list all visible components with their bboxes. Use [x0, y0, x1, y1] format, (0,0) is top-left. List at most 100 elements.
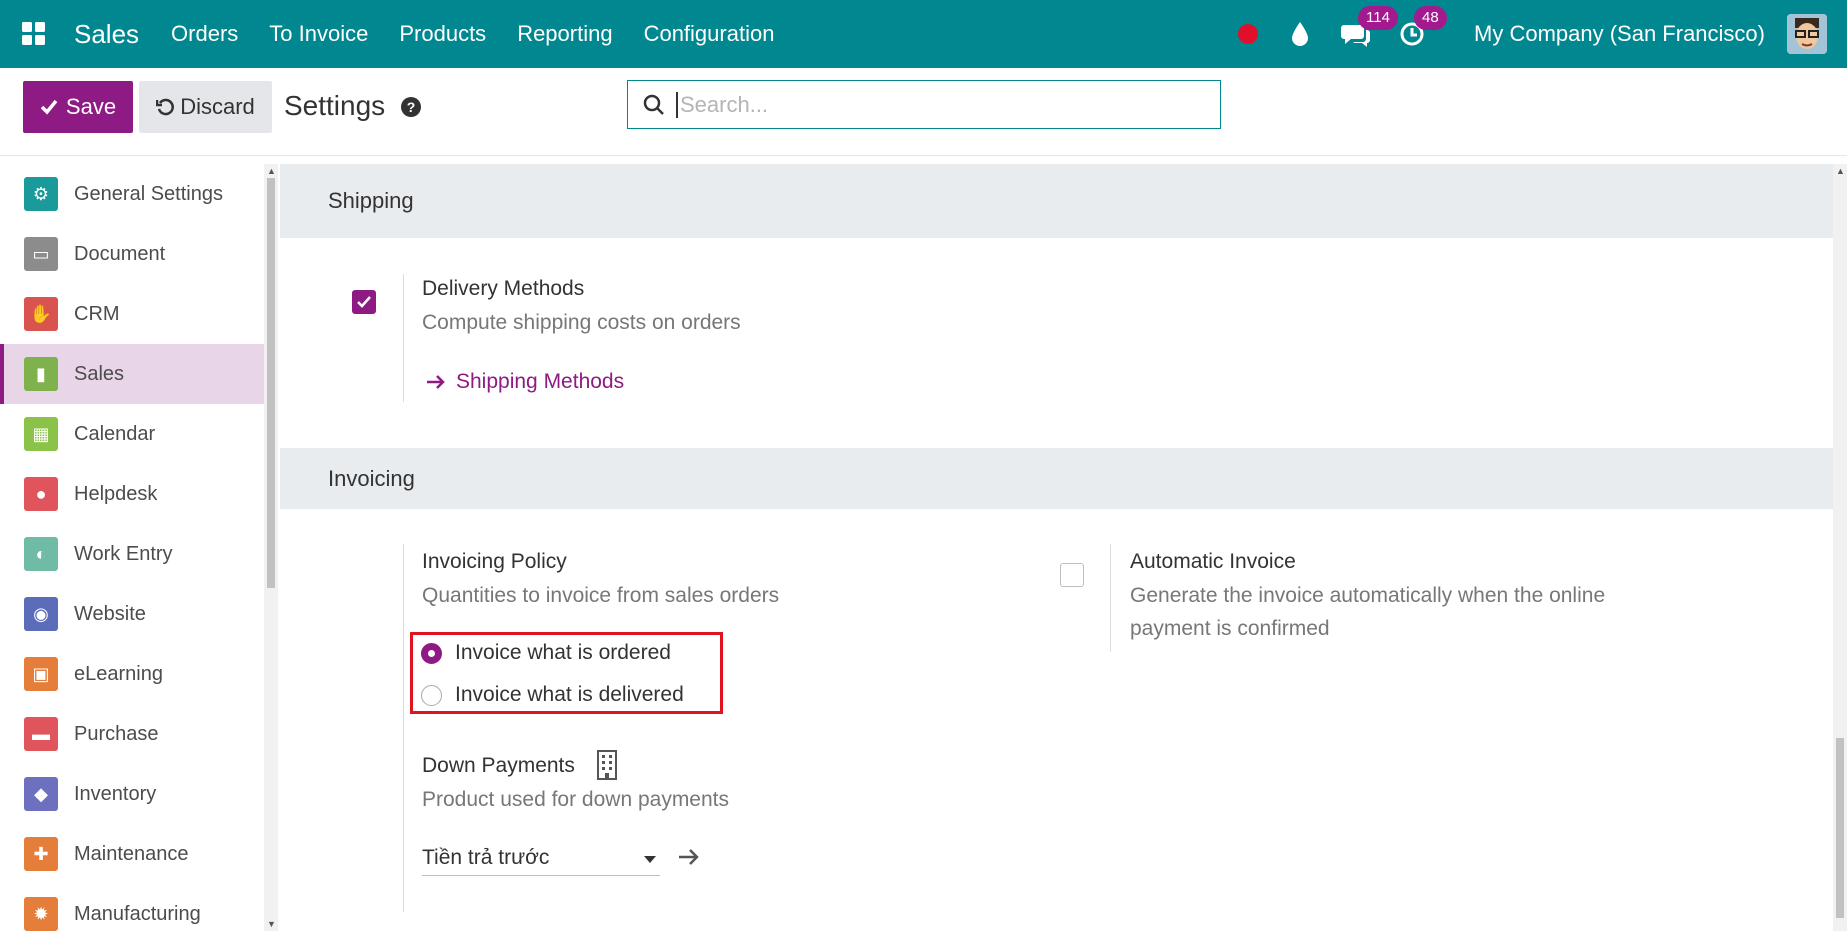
menu-configuration[interactable]: Configuration — [644, 21, 775, 47]
check-icon — [357, 296, 371, 308]
delivery-methods-checkbox[interactable] — [352, 290, 376, 314]
sidebar-item-label: CRM — [74, 302, 120, 325]
divider — [1110, 544, 1111, 652]
sidebar-item-crm[interactable]: ✋ CRM — [0, 284, 270, 344]
sidebar-item-label: Work Entry — [74, 542, 173, 565]
sidebar-item-general-settings[interactable]: ⚙ General Settings — [0, 164, 270, 224]
activities-badge: 48 — [1414, 6, 1447, 30]
section-header-invoicing: Invoicing — [280, 448, 1833, 509]
building-icon — [597, 750, 617, 780]
sidebar-item-label: Website — [74, 602, 146, 625]
content-scrollbar[interactable]: ▲ — [1833, 164, 1847, 931]
down-payment-product-value: Tiền trả trước — [422, 845, 550, 869]
box-icon: ◆ — [24, 777, 58, 811]
shipping-methods-label: Shipping Methods — [456, 370, 625, 393]
calendar-icon: ▦ — [24, 417, 58, 451]
undo-icon — [156, 98, 175, 116]
sidebar-item-maintenance[interactable]: ✚ Maintenance — [0, 824, 270, 884]
down-payment-product-select[interactable]: Tiền trả trước — [422, 840, 660, 876]
folder-icon: ▭ — [24, 237, 58, 271]
scroll-down-arrow-icon[interactable]: ▼ — [267, 919, 276, 929]
control-panel: Save Discard Settings ? — [0, 68, 1847, 156]
discard-button[interactable]: Discard — [139, 81, 272, 133]
down-payments-description: Product used for down payments — [422, 788, 730, 811]
search-bar[interactable] — [627, 80, 1221, 129]
app-brand[interactable]: Sales — [74, 19, 139, 50]
sidebar-item-document[interactable]: ▭ Document — [0, 224, 270, 284]
chart-icon: ▮ — [24, 357, 58, 391]
arrow-right-icon — [427, 375, 445, 389]
delivery-methods-title: Delivery Methods — [422, 277, 585, 300]
activities-clock-icon[interactable]: 48 — [1396, 6, 1447, 50]
recording-indicator-icon[interactable] — [1238, 24, 1259, 44]
sidebar-item-label: Helpdesk — [74, 482, 158, 505]
menu-orders[interactable]: Orders — [171, 21, 238, 47]
automatic-invoice-checkbox[interactable] — [1060, 563, 1084, 587]
sidebar-item-manufacturing[interactable]: ✹ Manufacturing — [0, 884, 270, 931]
save-label: Save — [65, 94, 117, 119]
radio-label-ordered: Invoice what is ordered — [455, 641, 671, 664]
automatic-invoice-description-line2: payment is confirmed — [1130, 617, 1330, 640]
discard-label: Discard — [180, 94, 255, 119]
sidebar-item-website[interactable]: ◉ Website — [0, 584, 270, 644]
sidebar-item-label: Inventory — [74, 782, 157, 805]
sidebar-item-label: Calendar — [74, 422, 156, 445]
settings-sidebar: ⚙ General Settings ▭ Document ✋ CRM ▮ Sa… — [0, 164, 270, 931]
divider — [403, 274, 404, 402]
radio-invoice-ordered[interactable]: Invoice what is ordered — [421, 641, 671, 665]
sidebar-scrollbar[interactable]: ▲ ▼ — [264, 164, 278, 931]
credit-card-icon: ▬ — [24, 717, 58, 751]
globe-icon: ◉ — [24, 597, 58, 631]
external-link-arrow-icon[interactable] — [678, 848, 700, 866]
maintenance-icon: ✚ — [24, 837, 58, 871]
sidebar-item-elearning[interactable]: ▣ eLearning — [0, 644, 270, 704]
invoicing-policy-title: Invoicing Policy — [422, 550, 567, 573]
scroll-up-arrow-icon[interactable]: ▲ — [267, 166, 276, 176]
sidebar-scroll-thumb[interactable] — [267, 178, 275, 588]
sidebar-item-label: Document — [74, 242, 166, 265]
user-avatar[interactable] — [1787, 14, 1827, 54]
sidebar-item-purchase[interactable]: ▬ Purchase — [0, 704, 270, 764]
top-navbar: Sales Orders To Invoice Products Reporti… — [0, 0, 1847, 68]
svg-text:?: ? — [407, 99, 416, 115]
check-icon — [40, 99, 58, 115]
sidebar-item-inventory[interactable]: ◆ Inventory — [0, 764, 270, 824]
radio-invoice-delivered[interactable]: Invoice what is delivered — [421, 683, 684, 707]
divider — [403, 544, 404, 912]
automatic-invoice-description-line1: Generate the invoice automatically when … — [1130, 584, 1606, 607]
menu-to-invoice[interactable]: To Invoice — [269, 21, 368, 47]
sidebar-item-work-entry[interactable]: ◐ Work Entry — [0, 524, 270, 584]
company-switcher[interactable]: My Company (San Francisco) — [1474, 21, 1765, 47]
search-input[interactable] — [676, 91, 1196, 118]
apps-menu-icon[interactable] — [0, 0, 68, 68]
helpdesk-icon: ● — [24, 477, 58, 511]
drop-icon[interactable] — [1284, 18, 1316, 50]
chevron-down-icon[interactable] — [644, 856, 656, 863]
manufacturing-icon: ✹ — [24, 897, 58, 931]
sidebar-item-label: Purchase — [74, 722, 159, 745]
delivery-methods-description: Compute shipping costs on orders — [422, 311, 741, 334]
radio-button-ordered[interactable] — [421, 642, 442, 664]
messages-badge: 114 — [1358, 6, 1398, 30]
settings-content: Shipping Delivery Methods Compute shippi… — [280, 164, 1833, 931]
down-payments-title: Down Payments — [422, 754, 575, 777]
menu-reporting[interactable]: Reporting — [517, 21, 612, 47]
content-scroll-thumb[interactable] — [1836, 738, 1844, 918]
shipping-methods-link[interactable]: Shipping Methods — [426, 370, 624, 394]
scroll-up-arrow-icon[interactable]: ▲ — [1836, 166, 1845, 176]
sidebar-item-sales[interactable]: ▮ Sales — [0, 344, 270, 404]
messages-icon[interactable]: 114 — [1340, 6, 1398, 50]
handshake-icon: ✋ — [24, 297, 58, 331]
sidebar-item-label: Maintenance — [74, 842, 189, 865]
sidebar-item-calendar[interactable]: ▦ Calendar — [0, 404, 270, 464]
radio-button-delivered[interactable] — [421, 684, 442, 706]
gear-icon: ⚙ — [24, 177, 58, 211]
help-icon[interactable]: ? — [400, 96, 422, 118]
sidebar-item-label: eLearning — [74, 662, 163, 685]
save-button[interactable]: Save — [23, 81, 133, 133]
page-title: Settings — [284, 90, 386, 121]
sidebar-item-helpdesk[interactable]: ● Helpdesk — [0, 464, 270, 524]
sidebar-item-label: General Settings — [74, 182, 223, 205]
work-entry-icon: ◐ — [24, 537, 58, 571]
menu-products[interactable]: Products — [399, 21, 486, 47]
